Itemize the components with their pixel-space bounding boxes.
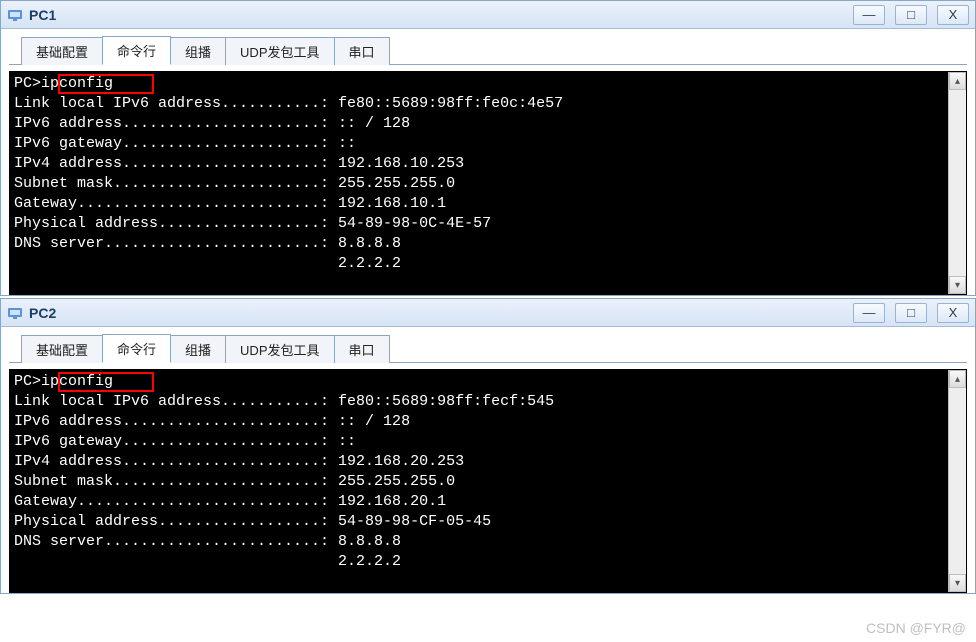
terminal[interactable]: PC>ipconfigLink local IPv6 address......… (10, 72, 948, 294)
scroll-up-icon[interactable]: ▴ (949, 370, 966, 388)
scrollbar[interactable]: ▴▾ (948, 370, 966, 592)
window-title: PC2 (29, 305, 853, 321)
output-line: Gateway...........................: 192.… (14, 492, 944, 512)
output-line: DNS server........................: 8.8.… (14, 234, 944, 254)
output-line: Link local IPv6 address...........: fe80… (14, 392, 944, 412)
max-button[interactable]: □ (895, 5, 927, 25)
min-button[interactable]: — (853, 5, 885, 25)
client-area: 基础配置命令行组播UDP发包工具串口PC>ipconfigLink local … (1, 29, 975, 295)
client-area: 基础配置命令行组播UDP发包工具串口PC>ipconfigLink local … (1, 327, 975, 593)
output-line: Physical address..................: 54-8… (14, 214, 944, 234)
tab-cmd[interactable]: 命令行 (102, 334, 171, 363)
close-button[interactable]: X (937, 303, 969, 323)
output-line: 2.2.2.2 (14, 254, 944, 274)
output-line: DNS server........................: 8.8.… (14, 532, 944, 552)
output-line: Link local IPv6 address...........: fe80… (14, 94, 944, 114)
scroll-down-icon[interactable]: ▾ (949, 574, 966, 592)
min-button[interactable]: — (853, 303, 885, 323)
output-line: 2.2.2.2 (14, 552, 944, 572)
tab-basic[interactable]: 基础配置 (21, 335, 103, 363)
max-button[interactable]: □ (895, 303, 927, 323)
window-buttons: — □ X (853, 303, 969, 323)
output-line: Physical address..................: 54-8… (14, 512, 944, 532)
command-text: ipconfig (41, 373, 113, 390)
output-line: Subnet mask.......................: 255.… (14, 174, 944, 194)
tab-serial[interactable]: 串口 (334, 335, 390, 363)
terminal-container: PC>ipconfigLink local IPv6 address......… (9, 369, 967, 593)
prompt-line: PC>ipconfig (14, 372, 944, 392)
window-pc2: PC2—□X基础配置命令行组播UDP发包工具串口PC>ipconfigLink … (0, 298, 976, 594)
window-buttons: — □ X (853, 5, 969, 25)
close-button[interactable]: X (937, 5, 969, 25)
output-line: IPv4 address......................: 192.… (14, 452, 944, 472)
output-line: Subnet mask.......................: 255.… (14, 472, 944, 492)
output-line: Gateway...........................: 192.… (14, 194, 944, 214)
tab-strip: 基础配置命令行组播UDP发包工具串口 (9, 333, 967, 363)
prompt-text: PC> (14, 373, 41, 390)
app-icon (7, 305, 23, 321)
tab-serial[interactable]: 串口 (334, 37, 390, 65)
scroll-down-icon[interactable]: ▾ (949, 276, 966, 294)
titlebar[interactable]: PC2— □ X (1, 299, 975, 327)
app-icon (7, 7, 23, 23)
scrollbar[interactable]: ▴▾ (948, 72, 966, 294)
tab-mcast[interactable]: 组播 (170, 335, 226, 363)
tab-basic[interactable]: 基础配置 (21, 37, 103, 65)
watermark-text: CSDN @FYR@ (866, 620, 966, 636)
terminal[interactable]: PC>ipconfigLink local IPv6 address......… (10, 370, 948, 592)
window-pc1: PC1—□X基础配置命令行组播UDP发包工具串口PC>ipconfigLink … (0, 0, 976, 296)
tab-mcast[interactable]: 组播 (170, 37, 226, 65)
output-line: IPv6 gateway......................: :: (14, 134, 944, 154)
output-line: IPv6 gateway......................: :: (14, 432, 944, 452)
terminal-container: PC>ipconfigLink local IPv6 address......… (9, 71, 967, 295)
output-line: IPv4 address......................: 192.… (14, 154, 944, 174)
tab-udp[interactable]: UDP发包工具 (225, 37, 334, 65)
tab-cmd[interactable]: 命令行 (102, 36, 171, 65)
window-title: PC1 (29, 7, 853, 23)
tab-strip: 基础配置命令行组播UDP发包工具串口 (9, 35, 967, 65)
prompt-text: PC> (14, 75, 41, 92)
command-text: ipconfig (41, 75, 113, 92)
output-line: IPv6 address......................: :: /… (14, 412, 944, 432)
output-line: IPv6 address......................: :: /… (14, 114, 944, 134)
scroll-up-icon[interactable]: ▴ (949, 72, 966, 90)
prompt-line: PC>ipconfig (14, 74, 944, 94)
titlebar[interactable]: PC1— □ X (1, 1, 975, 29)
tab-udp[interactable]: UDP发包工具 (225, 335, 334, 363)
